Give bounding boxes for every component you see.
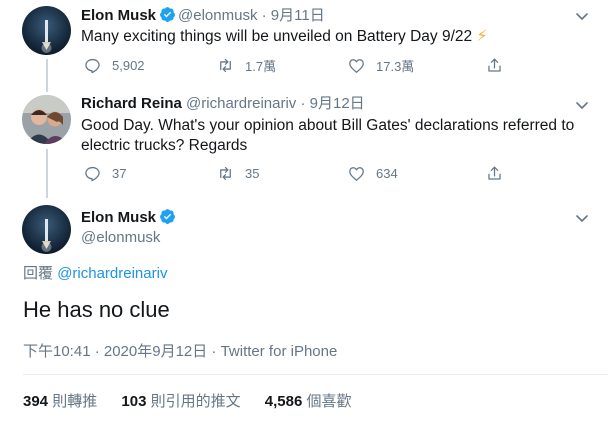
stat-label: 個喜歡 [306, 393, 352, 410]
share-icon [488, 166, 501, 180]
thread-line [46, 149, 48, 198]
stat-label: 則引用的推文 [150, 393, 241, 410]
tweet-header: Richard Reina @richardreinariv · 9月12日 [81, 94, 365, 114]
main-tweet-text: He has no clue [23, 297, 170, 322]
share-icon [488, 58, 501, 72]
reply-count: 5,902 [112, 58, 145, 73]
chevron-down-icon[interactable] [574, 8, 590, 24]
tweet-text-content: Many exciting things will be unveiled on… [81, 28, 473, 45]
author-handle[interactable]: @elonmusk [178, 7, 257, 24]
author-name[interactable]: Richard Reina [81, 95, 182, 112]
retweet-count: 1.7萬 [245, 59, 277, 74]
avatar[interactable] [22, 6, 71, 55]
chevron-down-icon[interactable] [574, 97, 590, 113]
author-name[interactable]: Elon Musk [81, 7, 156, 24]
retweet-count: 35 [245, 166, 260, 181]
separator: · [261, 7, 267, 24]
tweet-header: Elon Musk @elonmusk · 9月11日 [81, 6, 325, 26]
like-count: 17.3萬 [376, 59, 415, 74]
chevron-down-icon[interactable] [574, 210, 590, 226]
retweet-button[interactable]: 1.7萬 [216, 56, 276, 75]
avatar[interactable] [22, 95, 71, 144]
tweet-timestamp[interactable]: 下午10:41 · 2020年9月12日 · Twitter for iPhon… [23, 340, 337, 361]
like-icon [349, 167, 364, 181]
divider [23, 374, 608, 375]
lightning-emoji: ⚡ [476, 28, 488, 45]
author-handle[interactable]: @richardreinariv [186, 95, 296, 112]
replying-to: 回覆 @richardreinariv [23, 264, 167, 284]
reply-icon [85, 166, 100, 182]
reply-icon [85, 58, 100, 74]
like-icon [349, 59, 364, 73]
retweet-button[interactable]: 35 [216, 164, 259, 183]
share-button[interactable] [485, 164, 514, 183]
like-button[interactable]: 17.3萬 [347, 56, 414, 75]
tweet-date[interactable]: 9月11日 [271, 7, 325, 24]
tweet-text: Good Day. What's your opinion about Bill… [81, 117, 575, 154]
stat-count: 394 [23, 393, 49, 410]
reply-prefix: 回覆 [23, 265, 54, 282]
stat-count: 4,586 [264, 393, 303, 410]
reply-to-link[interactable]: @richardreinariv [57, 265, 167, 282]
share-button[interactable] [485, 56, 514, 75]
engagement-stats: 394 則轉推 103 則引用的推文 4,586 個喜歡 [23, 390, 372, 411]
author-handle[interactable]: @elonmusk [81, 228, 160, 248]
author-name[interactable]: Elon Musk [81, 209, 156, 226]
avatar[interactable] [22, 205, 71, 254]
thread-line [46, 59, 48, 92]
verified-badge-icon [160, 7, 175, 22]
main-tweet-header: Elon Musk [81, 208, 178, 228]
retweet-icon [220, 58, 231, 73]
verified-badge-icon [160, 209, 175, 224]
reply-button[interactable]: 5,902 [83, 56, 145, 75]
quote-tweets-stat[interactable]: 103 則引用的推文 [121, 393, 260, 410]
stat-count: 103 [121, 393, 147, 410]
reply-button[interactable]: 37 [83, 164, 126, 183]
like-button[interactable]: 634 [347, 164, 398, 183]
tweet-text: Many exciting things will be unveiled on… [81, 27, 601, 47]
separator: · [300, 95, 306, 112]
reply-count: 37 [112, 166, 127, 181]
retweet-icon [220, 166, 231, 181]
stat-label: 則轉推 [52, 393, 98, 410]
likes-stat[interactable]: 4,586 個喜歡 [265, 393, 372, 410]
retweets-stat[interactable]: 394 則轉推 [23, 393, 117, 410]
like-count: 634 [376, 166, 398, 181]
tweet-date[interactable]: 9月12日 [310, 95, 365, 112]
